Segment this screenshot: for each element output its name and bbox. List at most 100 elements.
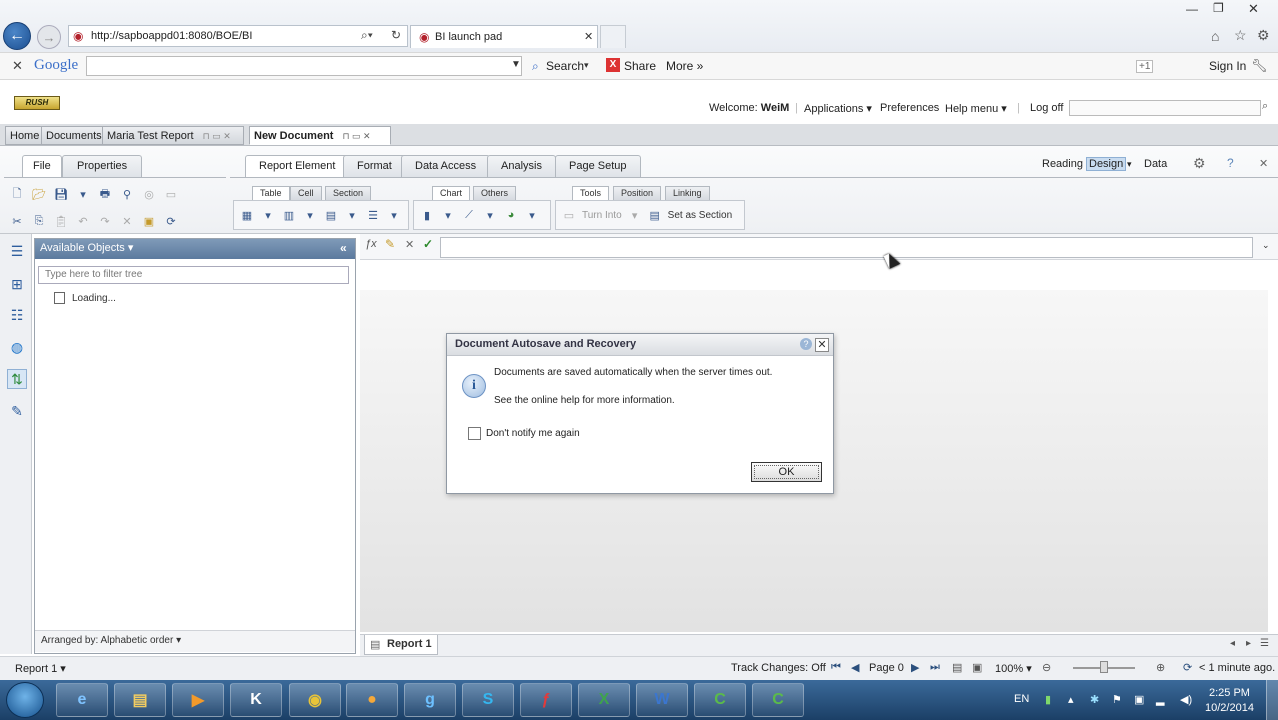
header-search-icon[interactable]: ⌕	[1262, 100, 1268, 113]
report-list-icon[interactable]: ☰	[1260, 638, 1269, 649]
report-selector[interactable]: Report 1 ▾	[15, 662, 66, 675]
save-dropdown-icon[interactable]: ▾	[76, 187, 90, 201]
table-icon[interactable]: ▦	[240, 208, 254, 222]
taskbar-media-icon[interactable]: ▶	[172, 683, 224, 717]
first-page-icon[interactable]: ⏮︎	[831, 661, 841, 674]
web-service-icon[interactable]: ◍	[7, 337, 27, 357]
line-chart-icon[interactable]: ⟋	[462, 208, 476, 222]
toolbar-close-icon[interactable]: ✕	[12, 58, 23, 74]
tab-analysis[interactable]: Analysis	[487, 155, 556, 177]
search-dropdown-icon[interactable]: ▾	[584, 60, 589, 71]
taskbar-clock[interactable]: 2:25 PM 10/2/2014	[1205, 686, 1254, 716]
tray-show-hidden-icon[interactable]: ▴	[1068, 693, 1074, 706]
page-mode-icon[interactable]: ▣	[972, 661, 982, 674]
new-doc-icon[interactable]: 🗋︎	[10, 187, 24, 201]
expand-formula-icon[interactable]: ⌄	[1262, 240, 1270, 251]
navigation-map-icon[interactable]: ⊞	[7, 274, 27, 294]
data-tracking-icon[interactable]: ✎	[7, 401, 27, 421]
taskbar-chrome-icon[interactable]: ◉	[289, 683, 341, 717]
subtab-others[interactable]: Others	[473, 186, 517, 200]
dont-notify-checkbox[interactable]	[468, 427, 481, 440]
pin-icon[interactable]: ⊓ ▭ ✕	[203, 131, 231, 141]
collapse-panel-icon[interactable]: «	[340, 241, 347, 255]
set-as-section-icon[interactable]: ▤	[648, 208, 662, 222]
input-controls-icon[interactable]: ☷	[7, 305, 27, 325]
refresh-status-icon[interactable]: ⟳	[1183, 661, 1192, 674]
maximize-icon[interactable]: ❐	[1213, 1, 1224, 15]
dropdown-icon[interactable]: ▾	[345, 208, 359, 222]
save-icon[interactable]: 💾︎	[54, 187, 68, 201]
filter-tree-input[interactable]: Type here to filter tree	[38, 266, 349, 284]
share-button[interactable]: Share	[624, 59, 656, 73]
subtab-table[interactable]: Table	[252, 186, 290, 200]
subtab-chart[interactable]: Chart	[432, 186, 471, 200]
tab-data-access[interactable]: Data Access	[401, 155, 491, 177]
taskbar-flash-icon[interactable]: ƒ	[520, 683, 572, 717]
refresh-data-icon[interactable]: ⟳	[164, 214, 178, 228]
tab-page-setup[interactable]: Page Setup	[555, 155, 641, 177]
dropdown-icon[interactable]: ▾	[441, 208, 455, 222]
open-folder-icon[interactable]: 📂︎	[32, 187, 46, 201]
last-page-icon[interactable]: ⏭︎	[930, 661, 940, 674]
logoff-link[interactable]: Log off	[1030, 102, 1063, 114]
taskbar-ball-icon[interactable]: ●	[346, 683, 398, 717]
next-page-icon[interactable]: ▶︎	[911, 661, 919, 674]
taskbar-excel-icon[interactable]: X	[578, 683, 630, 717]
cancel-formula-icon[interactable]: ✕	[405, 238, 414, 251]
copy-icon[interactable]: ⎘	[32, 214, 46, 228]
tab-report-element[interactable]: Report Element	[245, 155, 350, 177]
ok-button[interactable]: OK	[751, 462, 822, 482]
taskbar-word-icon[interactable]: W	[636, 683, 688, 717]
help-menu[interactable]: Help menu ▾	[945, 102, 1007, 115]
find-binoculars-icon[interactable]: ⚲	[120, 187, 134, 201]
tab-maria-test-report[interactable]: Maria Test Report ⊓ ▭ ✕	[102, 126, 244, 145]
page-number[interactable]: Page 0	[869, 662, 904, 674]
subtab-tools[interactable]: Tools	[572, 186, 610, 200]
dialog-help-icon[interactable]: ?	[800, 338, 812, 350]
formula-editor-icon[interactable]: ƒx	[365, 238, 377, 250]
validate-formula-icon[interactable]: ✓	[423, 237, 433, 251]
zoom-slider-thumb[interactable]	[1100, 661, 1108, 673]
prev-page-icon[interactable]: ◀︎	[851, 661, 859, 674]
wrench-icon[interactable]: 🔧︎	[1251, 58, 1268, 74]
tab-properties[interactable]: Properties	[62, 155, 143, 177]
language-indicator[interactable]: EN	[1014, 693, 1029, 705]
crosstab-icon[interactable]: ▤	[324, 208, 338, 222]
minimize-icon[interactable]: —	[1186, 2, 1198, 16]
taskbar-go-icon[interactable]: g	[404, 683, 456, 717]
dropdown-icon[interactable]: ▾	[387, 208, 401, 222]
available-objects-icon[interactable]: ⇅	[7, 369, 27, 389]
dont-notify-label[interactable]: Don't notify me again	[486, 428, 580, 439]
header-search-input[interactable]	[1069, 100, 1261, 116]
start-button[interactable]	[6, 682, 44, 718]
tray-device-icon[interactable]: ▣	[1134, 693, 1144, 706]
taskbar-camtasia-icon[interactable]: C	[694, 683, 746, 717]
search-icon[interactable]: ⌕▾	[361, 28, 373, 43]
variable-editor-icon[interactable]: ✎	[385, 237, 395, 251]
tab-new-document[interactable]: New Document ⊓ ▭ ✕	[249, 126, 391, 145]
subtab-cell[interactable]: Cell	[290, 186, 322, 200]
subtab-position[interactable]: Position	[613, 186, 662, 200]
refresh-icon[interactable]: ↻	[391, 28, 401, 42]
dropdown-icon[interactable]: ▾	[525, 208, 539, 222]
zoom-out-icon[interactable]: ⊖	[1042, 661, 1051, 674]
tray-volume-icon[interactable]: ◀)	[1180, 693, 1192, 706]
browser-tab-bi-launch-pad[interactable]: BI launch pad	[410, 25, 598, 48]
back-arrow-icon[interactable]: ←	[3, 22, 31, 50]
gear-icon[interactable]: ⚙	[1193, 155, 1206, 172]
plus-one-button[interactable]: +1	[1136, 60, 1154, 73]
zoom-selector[interactable]: 100% ▾	[995, 662, 1032, 675]
vertical-table-icon[interactable]: ▥	[282, 208, 296, 222]
bar-chart-icon[interactable]: ▮	[420, 208, 434, 222]
google-search-input[interactable]	[86, 56, 522, 76]
tab-close-icon[interactable]: ✕	[584, 30, 593, 43]
print-icon[interactable]: 🖶	[98, 187, 112, 201]
subtab-linking[interactable]: Linking	[665, 186, 710, 200]
document-summary-icon[interactable]: ☰	[7, 241, 27, 261]
help-icon[interactable]: ?	[1227, 156, 1234, 170]
dialog-close-icon[interactable]: ✕	[815, 338, 829, 352]
next-report-icon[interactable]: ▸	[1246, 638, 1251, 649]
taskbar-k-icon[interactable]: K	[230, 683, 282, 717]
chevron-down-icon[interactable]: ▼	[511, 59, 521, 70]
collapse-ribbon-icon[interactable]: ✕	[1259, 157, 1268, 170]
